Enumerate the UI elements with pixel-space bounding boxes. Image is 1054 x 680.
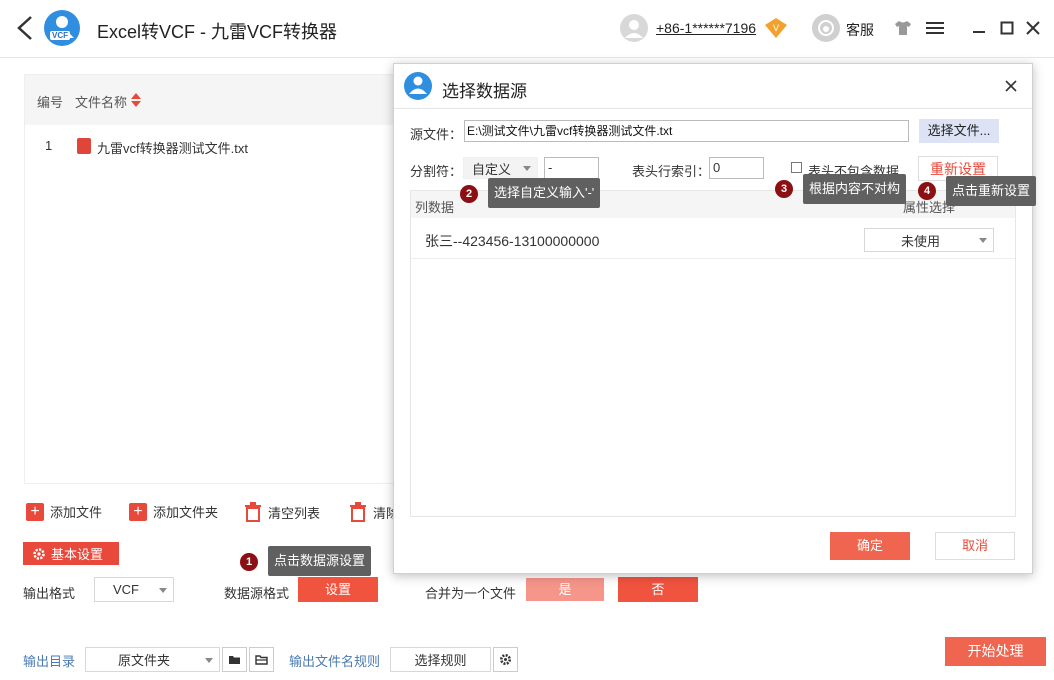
confirm-button[interactable]: 确定 xyxy=(830,532,910,560)
output-format-value: VCF xyxy=(113,582,139,597)
output-dir-value: 原文件夹 xyxy=(118,653,171,668)
table-row: 张三--423456-13100000000 未使用 xyxy=(411,221,1015,259)
add-folder-label: 添加文件夹 xyxy=(153,505,219,520)
step-badge-1: 1 xyxy=(240,553,258,571)
delimiter-mode-value: 自定义 xyxy=(472,161,512,177)
add-file-button[interactable]: + 添加文件 xyxy=(26,502,102,521)
logo-person-icon xyxy=(50,16,74,38)
tooltip-step-1: 点击数据源设置 xyxy=(268,546,372,576)
account-phone-link[interactable]: +86-1******7196 xyxy=(656,20,756,36)
chevron-down-icon xyxy=(523,166,531,171)
merge-no-button[interactable]: 否 xyxy=(618,577,698,602)
back-arrow-icon[interactable] xyxy=(14,14,36,42)
trash-icon xyxy=(245,502,261,522)
title-bar: VCF Excel转VCF - 九雷VCF转换器 +86-1******7196… xyxy=(0,0,1054,58)
file-table-header: 编号 文件名称 xyxy=(25,75,395,125)
remove-button[interactable]: 清除 xyxy=(349,502,399,522)
basic-settings-tab[interactable]: 基本设置 xyxy=(23,542,119,565)
text-file-icon xyxy=(77,138,91,154)
select-rule-label: 选择规则 xyxy=(414,653,467,668)
minimize-icon[interactable] xyxy=(972,21,986,35)
delimiter-input[interactable]: - xyxy=(544,157,599,179)
file-table: 编号 文件名称 1 九雷vcf转换器测试文件.txt xyxy=(24,74,396,484)
logo-vcf-text: VCF xyxy=(50,31,70,40)
chevron-down-icon xyxy=(205,658,213,663)
col-header-number: 编号 xyxy=(37,95,64,110)
add-folder-button[interactable]: + 添加文件夹 xyxy=(129,502,218,521)
dialog-logo xyxy=(404,72,432,100)
source-file-label: 源文件： xyxy=(410,127,463,142)
delimiter-label: 分割符： xyxy=(410,164,463,179)
logo-person-icon xyxy=(409,76,427,94)
step-badge-3: 3 xyxy=(775,180,793,198)
service-label[interactable]: 客服 xyxy=(846,20,874,40)
step-badge-2: 2 xyxy=(460,185,478,203)
dialog-title: 选择数据源 xyxy=(442,82,527,101)
folder-open-icon xyxy=(255,655,268,665)
user-avatar[interactable] xyxy=(620,14,648,42)
browse-folder-button[interactable] xyxy=(249,647,274,672)
merge-yes-button[interactable]: 是 xyxy=(526,578,604,601)
source-format-settings-button[interactable]: 设置 xyxy=(298,577,378,602)
tooltip-step-3: 根据内容不对构 xyxy=(803,174,907,204)
attribute-value: 未使用 xyxy=(901,233,941,249)
headset-icon xyxy=(818,20,834,36)
delimiter-select[interactable]: 自定义 xyxy=(463,157,538,179)
sort-icon[interactable] xyxy=(130,92,142,108)
tooltip-step-2: 选择自定义输入'-' xyxy=(488,178,601,208)
column-data-grid: 列数据 属性选择 张三--423456-13100000000 未使用 xyxy=(410,190,1016,517)
clear-list-button[interactable]: 清空列表 xyxy=(244,502,320,522)
output-dir-select[interactable]: 原文件夹 xyxy=(85,647,220,672)
row-column-data: 张三--423456-13100000000 xyxy=(425,233,600,249)
basic-settings-label: 基本设置 xyxy=(51,547,104,562)
header-index-label: 表头行索引： xyxy=(632,164,711,179)
menu-icon[interactable] xyxy=(926,20,944,36)
header-index-input[interactable]: 0 xyxy=(709,157,764,179)
output-format-select[interactable]: VCF xyxy=(94,577,174,602)
step-badge-4: 4 xyxy=(918,182,936,200)
output-format-label: 输出格式 xyxy=(23,586,76,601)
trash-icon xyxy=(350,502,366,522)
cancel-button[interactable]: 取消 xyxy=(935,532,1015,560)
row-number: 1 xyxy=(45,138,53,153)
add-file-label: 添加文件 xyxy=(50,505,103,520)
svg-text:V: V xyxy=(773,23,779,33)
select-data-source-dialog: 选择数据源 源文件： E:\测试文件\九雷vcf转换器测试文件.txt 选择文件… xyxy=(393,63,1033,574)
user-icon xyxy=(625,20,643,38)
gear-icon xyxy=(33,547,45,560)
choose-file-button[interactable]: 选择文件... xyxy=(919,119,999,143)
tooltip-step-4: 点击重新设置 xyxy=(946,176,1037,206)
attribute-select[interactable]: 未使用 xyxy=(864,228,994,252)
chevron-down-icon xyxy=(979,238,987,243)
clear-list-label: 清空列表 xyxy=(268,505,321,521)
header-no-data-checkbox[interactable] xyxy=(791,162,802,173)
row-filename: 九雷vcf转换器测试文件.txt xyxy=(97,141,248,156)
source-format-label: 数据源格式 xyxy=(224,586,290,601)
rule-settings-button[interactable] xyxy=(493,647,518,672)
gear-icon xyxy=(500,654,511,665)
window-title: Excel转VCF - 九雷VCF转换器 xyxy=(97,22,338,42)
dialog-close-icon[interactable] xyxy=(1004,79,1018,93)
close-window-icon[interactable] xyxy=(1026,21,1040,35)
source-file-input[interactable]: E:\测试文件\九雷vcf转换器测试文件.txt xyxy=(464,120,909,142)
col-header-data: 列数据 xyxy=(415,200,455,215)
maximize-icon[interactable] xyxy=(1000,21,1014,35)
select-rule-button[interactable]: 选择规则 xyxy=(390,647,491,672)
skin-shirt-icon[interactable] xyxy=(894,20,912,36)
plus-icon: + xyxy=(129,502,147,521)
start-processing-button[interactable]: 开始处理 xyxy=(945,637,1046,666)
table-row[interactable]: 1 九雷vcf转换器测试文件.txt xyxy=(25,135,395,159)
output-dir-label: 输出目录 xyxy=(23,654,76,669)
filename-rule-label: 输出文件名规则 xyxy=(289,654,381,669)
app-logo: VCF xyxy=(44,10,80,46)
plus-icon: + xyxy=(26,502,44,521)
vip-badge-icon: V xyxy=(765,18,787,38)
dialog-divider xyxy=(394,108,1032,109)
service-avatar[interactable] xyxy=(812,14,840,42)
chevron-down-icon xyxy=(159,588,167,593)
merge-label: 合并为一个文件 xyxy=(425,586,517,601)
open-folder-button[interactable] xyxy=(222,647,247,672)
folder-icon xyxy=(229,656,240,664)
col-header-filename[interactable]: 文件名称 xyxy=(75,92,127,111)
